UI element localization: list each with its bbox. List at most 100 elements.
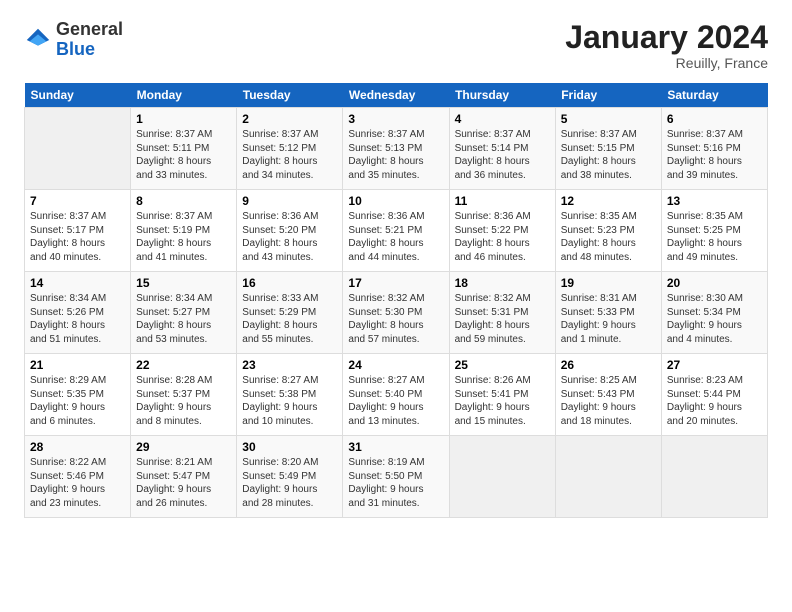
day-number: 31 xyxy=(348,440,443,454)
day-header-saturday: Saturday xyxy=(661,83,767,108)
week-row-1: 1Sunrise: 8:37 AM Sunset: 5:11 PM Daylig… xyxy=(25,108,768,190)
day-detail: Sunrise: 8:34 AM Sunset: 5:27 PM Dayligh… xyxy=(136,292,231,346)
month-title: January 2024 xyxy=(565,20,768,55)
calendar-cell: 25 Sunrise: 8:26 AM Sunset: 5:41 PM Dayli… xyxy=(449,354,555,436)
day-detail: Sunrise: 8:32 AM Sunset: 5:31 PM Dayligh… xyxy=(455,292,550,346)
day-number: 26 xyxy=(561,358,656,372)
day-detail: Sunrise: 8:22 AM Sunset: 5:46 PM Dayligh… xyxy=(30,456,125,510)
title-block: January 2024 Reuilly, France xyxy=(565,20,768,71)
day-number: 3 xyxy=(348,112,443,126)
calendar-table: SundayMondayTuesdayWednesdayThursdayFrid… xyxy=(24,83,768,518)
day-detail: Sunrise: 8:37 AM Sunset: 5:19 PM Dayligh… xyxy=(136,210,231,264)
logo: General Blue xyxy=(24,20,123,60)
calendar-cell: 12 Sunrise: 8:35 AM Sunset: 5:23 PM Dayli… xyxy=(555,190,661,272)
day-detail: Sunrise: 8:31 AM Sunset: 5:33 PM Dayligh… xyxy=(561,292,656,346)
day-number: 22 xyxy=(136,358,231,372)
day-number: 4 xyxy=(455,112,550,126)
week-row-4: 21 Sunrise: 8:29 AM Sunset: 5:35 PM Dayli… xyxy=(25,354,768,436)
header: General Blue January 2024 Reuilly, Franc… xyxy=(24,20,768,71)
day-header-sunday: Sunday xyxy=(25,83,131,108)
calendar-cell: 2Sunrise: 8:37 AM Sunset: 5:12 PM Daylig… xyxy=(237,108,343,190)
day-number: 18 xyxy=(455,276,550,290)
calendar-cell: 28Sunrise: 8:22 AM Sunset: 5:46 PM Dayli… xyxy=(25,436,131,518)
calendar-cell: 18 Sunrise: 8:32 AM Sunset: 5:31 PM Dayli… xyxy=(449,272,555,354)
calendar-cell: 6Sunrise: 8:37 AM Sunset: 5:16 PM Daylig… xyxy=(661,108,767,190)
day-number: 11 xyxy=(455,194,550,208)
day-number: 27 xyxy=(667,358,762,372)
day-detail: Sunrise: 8:37 AM Sunset: 5:12 PM Dayligh… xyxy=(242,128,337,182)
logo-blue-text: Blue xyxy=(56,40,123,60)
calendar-cell: 22 Sunrise: 8:28 AM Sunset: 5:37 PM Dayli… xyxy=(131,354,237,436)
day-number: 13 xyxy=(667,194,762,208)
calendar-cell: 4Sunrise: 8:37 AM Sunset: 5:14 PM Daylig… xyxy=(449,108,555,190)
calendar-cell: 8 Sunrise: 8:37 AM Sunset: 5:19 PM Daylig… xyxy=(131,190,237,272)
day-detail: Sunrise: 8:35 AM Sunset: 5:23 PM Dayligh… xyxy=(561,210,656,264)
header-row: SundayMondayTuesdayWednesdayThursdayFrid… xyxy=(25,83,768,108)
day-header-wednesday: Wednesday xyxy=(343,83,449,108)
calendar-cell: 19 Sunrise: 8:31 AM Sunset: 5:33 PM Dayli… xyxy=(555,272,661,354)
day-header-tuesday: Tuesday xyxy=(237,83,343,108)
day-detail: Sunrise: 8:34 AM Sunset: 5:26 PM Dayligh… xyxy=(30,292,125,346)
day-detail: Sunrise: 8:30 AM Sunset: 5:34 PM Dayligh… xyxy=(667,292,762,346)
day-detail: Sunrise: 8:32 AM Sunset: 5:30 PM Dayligh… xyxy=(348,292,443,346)
calendar-cell: 16 Sunrise: 8:33 AM Sunset: 5:29 PM Dayli… xyxy=(237,272,343,354)
day-detail: Sunrise: 8:37 AM Sunset: 5:13 PM Dayligh… xyxy=(348,128,443,182)
day-detail: Sunrise: 8:27 AM Sunset: 5:38 PM Dayligh… xyxy=(242,374,337,428)
calendar-cell: 13Sunrise: 8:35 AM Sunset: 5:25 PM Dayli… xyxy=(661,190,767,272)
day-detail: Sunrise: 8:19 AM Sunset: 5:50 PM Dayligh… xyxy=(348,456,443,510)
day-number: 20 xyxy=(667,276,762,290)
day-number: 24 xyxy=(348,358,443,372)
day-number: 17 xyxy=(348,276,443,290)
day-detail: Sunrise: 8:27 AM Sunset: 5:40 PM Dayligh… xyxy=(348,374,443,428)
calendar-cell: 29 Sunrise: 8:21 AM Sunset: 5:47 PM Dayli… xyxy=(131,436,237,518)
week-row-3: 14Sunrise: 8:34 AM Sunset: 5:26 PM Dayli… xyxy=(25,272,768,354)
day-number: 5 xyxy=(561,112,656,126)
day-number: 6 xyxy=(667,112,762,126)
day-number: 25 xyxy=(455,358,550,372)
day-number: 16 xyxy=(242,276,337,290)
day-number: 1 xyxy=(136,112,231,126)
logo-text: General Blue xyxy=(56,20,123,60)
calendar-cell: 10 Sunrise: 8:36 AM Sunset: 5:21 PM Dayli… xyxy=(343,190,449,272)
day-detail: Sunrise: 8:33 AM Sunset: 5:29 PM Dayligh… xyxy=(242,292,337,346)
day-detail: Sunrise: 8:26 AM Sunset: 5:41 PM Dayligh… xyxy=(455,374,550,428)
week-row-2: 7Sunrise: 8:37 AM Sunset: 5:17 PM Daylig… xyxy=(25,190,768,272)
day-header-monday: Monday xyxy=(131,83,237,108)
day-detail: Sunrise: 8:21 AM Sunset: 5:47 PM Dayligh… xyxy=(136,456,231,510)
day-number: 29 xyxy=(136,440,231,454)
day-detail: Sunrise: 8:28 AM Sunset: 5:37 PM Dayligh… xyxy=(136,374,231,428)
calendar-cell: 30Sunrise: 8:20 AM Sunset: 5:49 PM Dayli… xyxy=(237,436,343,518)
calendar-cell: 31 Sunrise: 8:19 AM Sunset: 5:50 PM Dayli… xyxy=(343,436,449,518)
day-number: 7 xyxy=(30,194,125,208)
calendar-cell: 24 Sunrise: 8:27 AM Sunset: 5:40 PM Dayli… xyxy=(343,354,449,436)
day-number: 15 xyxy=(136,276,231,290)
logo-icon xyxy=(24,26,52,54)
calendar-cell: 14Sunrise: 8:34 AM Sunset: 5:26 PM Dayli… xyxy=(25,272,131,354)
calendar-cell: 23Sunrise: 8:27 AM Sunset: 5:38 PM Dayli… xyxy=(237,354,343,436)
week-row-5: 28Sunrise: 8:22 AM Sunset: 5:46 PM Dayli… xyxy=(25,436,768,518)
day-number: 30 xyxy=(242,440,337,454)
day-number: 21 xyxy=(30,358,125,372)
day-detail: Sunrise: 8:25 AM Sunset: 5:43 PM Dayligh… xyxy=(561,374,656,428)
calendar-cell: 7Sunrise: 8:37 AM Sunset: 5:17 PM Daylig… xyxy=(25,190,131,272)
calendar-cell: 5Sunrise: 8:37 AM Sunset: 5:15 PM Daylig… xyxy=(555,108,661,190)
calendar-cell: 15 Sunrise: 8:34 AM Sunset: 5:27 PM Dayli… xyxy=(131,272,237,354)
day-number: 12 xyxy=(561,194,656,208)
calendar-cell: 17 Sunrise: 8:32 AM Sunset: 5:30 PM Dayli… xyxy=(343,272,449,354)
calendar-cell xyxy=(25,108,131,190)
calendar-cell: 11 Sunrise: 8:36 AM Sunset: 5:22 PM Dayli… xyxy=(449,190,555,272)
calendar-cell xyxy=(661,436,767,518)
calendar-cell: 3 Sunrise: 8:37 AM Sunset: 5:13 PM Daylig… xyxy=(343,108,449,190)
day-number: 19 xyxy=(561,276,656,290)
day-detail: Sunrise: 8:29 AM Sunset: 5:35 PM Dayligh… xyxy=(30,374,125,428)
calendar-cell xyxy=(555,436,661,518)
location: Reuilly, France xyxy=(565,55,768,71)
day-detail: Sunrise: 8:36 AM Sunset: 5:22 PM Dayligh… xyxy=(455,210,550,264)
day-detail: Sunrise: 8:36 AM Sunset: 5:21 PM Dayligh… xyxy=(348,210,443,264)
day-number: 8 xyxy=(136,194,231,208)
calendar-cell: 21 Sunrise: 8:29 AM Sunset: 5:35 PM Dayli… xyxy=(25,354,131,436)
day-detail: Sunrise: 8:36 AM Sunset: 5:20 PM Dayligh… xyxy=(242,210,337,264)
calendar-cell: 20 Sunrise: 8:30 AM Sunset: 5:34 PM Dayli… xyxy=(661,272,767,354)
day-number: 10 xyxy=(348,194,443,208)
calendar-cell: 1Sunrise: 8:37 AM Sunset: 5:11 PM Daylig… xyxy=(131,108,237,190)
